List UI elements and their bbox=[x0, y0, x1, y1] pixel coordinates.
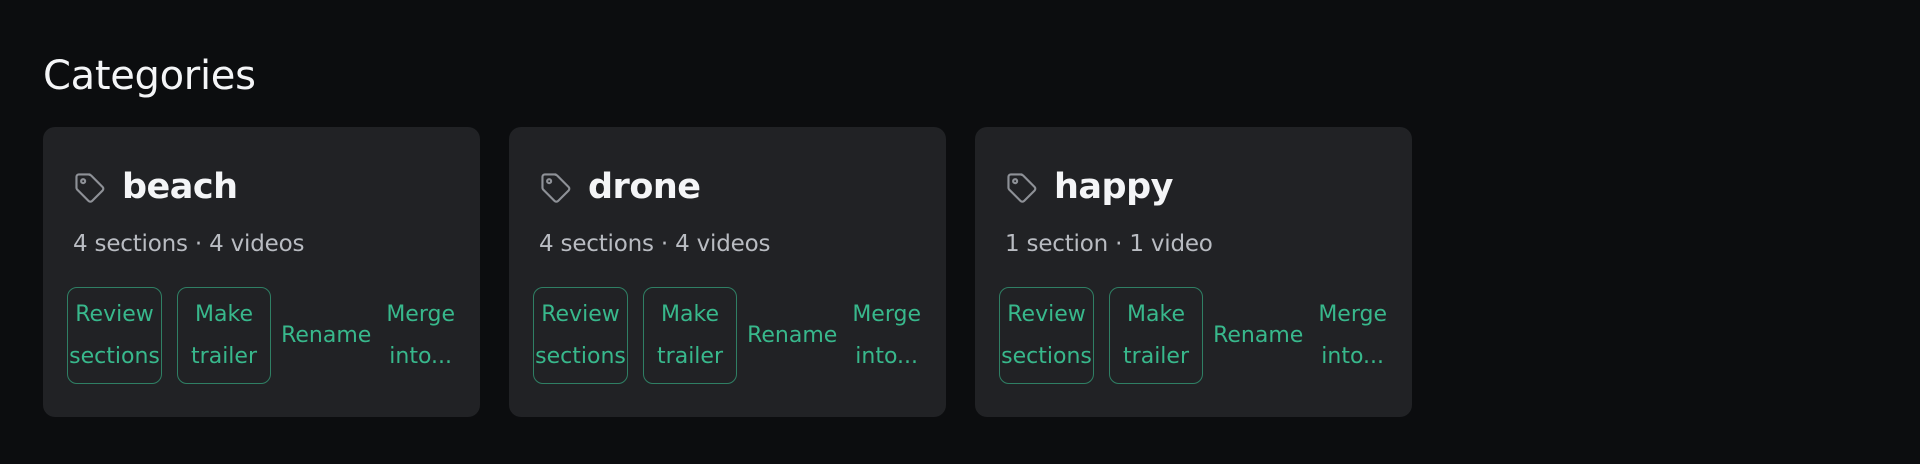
merge-into-link[interactable]: Merge into... bbox=[386, 294, 455, 378]
category-stats: 1 section · 1 video bbox=[1005, 231, 1213, 257]
make-trailer-button[interactable]: Make trailer bbox=[643, 287, 738, 384]
categories-page: Categories beach 4 sections · 4 videos R… bbox=[0, 0, 1920, 464]
category-stats: 4 sections · 4 videos bbox=[73, 231, 305, 257]
review-sections-button[interactable]: Review sections bbox=[999, 287, 1094, 384]
review-sections-button[interactable]: Review sections bbox=[533, 287, 628, 384]
make-trailer-button[interactable]: Make trailer bbox=[1109, 287, 1204, 384]
category-card-header: happy bbox=[999, 167, 1387, 207]
tag-icon bbox=[73, 171, 105, 203]
tag-icon bbox=[1005, 171, 1037, 203]
category-name: drone bbox=[588, 167, 701, 207]
category-grid: beach 4 sections · 4 videos Review secti… bbox=[43, 127, 1920, 417]
category-card-header: beach bbox=[67, 167, 455, 207]
category-actions: Review sections Make trailer Rename Merg… bbox=[67, 287, 455, 384]
rename-link[interactable]: Rename bbox=[281, 315, 371, 357]
category-name: beach bbox=[122, 167, 238, 207]
page-title: Categories bbox=[43, 53, 256, 99]
rename-link[interactable]: Rename bbox=[747, 315, 837, 357]
category-stats: 4 sections · 4 videos bbox=[539, 231, 771, 257]
tag-icon bbox=[539, 171, 571, 203]
merge-into-link[interactable]: Merge into... bbox=[852, 294, 921, 378]
category-actions: Review sections Make trailer Rename Merg… bbox=[999, 287, 1387, 384]
rename-link[interactable]: Rename bbox=[1213, 315, 1303, 357]
category-card-happy: happy 1 section · 1 video Review section… bbox=[975, 127, 1412, 417]
review-sections-button[interactable]: Review sections bbox=[67, 287, 162, 384]
category-card-beach: beach 4 sections · 4 videos Review secti… bbox=[43, 127, 480, 417]
category-card-drone: drone 4 sections · 4 videos Review secti… bbox=[509, 127, 946, 417]
category-name: happy bbox=[1054, 167, 1173, 207]
category-actions: Review sections Make trailer Rename Merg… bbox=[533, 287, 921, 384]
merge-into-link[interactable]: Merge into... bbox=[1318, 294, 1387, 378]
category-card-header: drone bbox=[533, 167, 921, 207]
make-trailer-button[interactable]: Make trailer bbox=[177, 287, 272, 384]
